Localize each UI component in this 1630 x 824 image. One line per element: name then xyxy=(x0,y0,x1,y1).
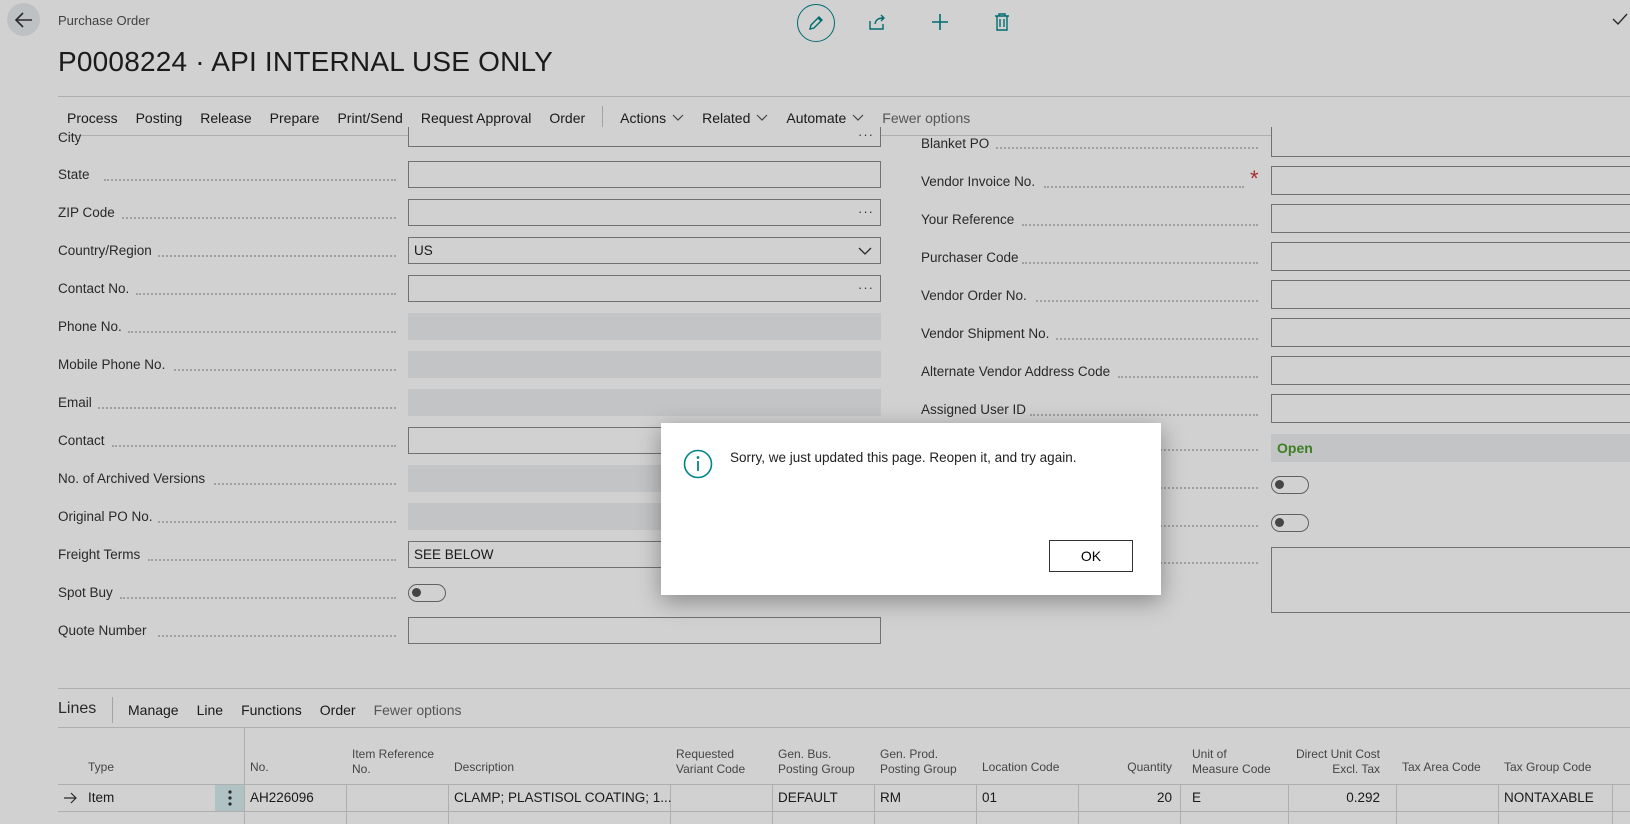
ok-button[interactable]: OK xyxy=(1049,540,1133,572)
modal-overlay xyxy=(0,0,1630,824)
message-dialog: Sorry, we just updated this page. Reopen… xyxy=(661,423,1161,595)
dialog-message: Sorry, we just updated this page. Reopen… xyxy=(730,450,1077,465)
info-icon xyxy=(683,449,713,479)
